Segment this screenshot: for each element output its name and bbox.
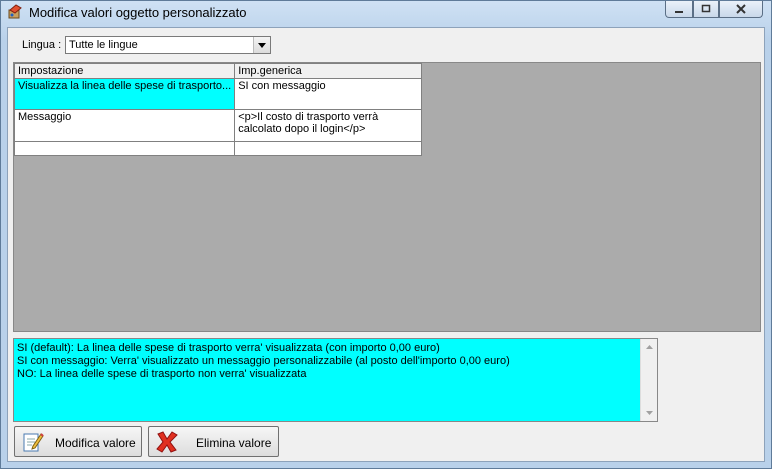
- edit-value-button[interactable]: Modifica valore: [14, 426, 142, 457]
- scroll-up-icon[interactable]: [641, 339, 657, 355]
- title-bar[interactable]: Modifica valori oggetto personalizzato: [1, 1, 771, 25]
- description-line: NO: La linea delle spese di trasporto no…: [17, 368, 307, 380]
- column-header-value[interactable]: Imp.generica: [234, 63, 423, 79]
- language-selected-value: Tutte le lingue: [69, 39, 138, 51]
- edit-value-label: Modifica valore: [55, 436, 136, 450]
- chevron-down-icon[interactable]: [253, 37, 270, 53]
- setting-cell[interactable]: Visualizza la linea delle spese di trasp…: [13, 78, 236, 110]
- dialog-body: Lingua : Tutte le lingue Impostazione Im…: [7, 27, 765, 462]
- value-cell[interactable]: <p>Il costo di trasporto verrà calcolato…: [234, 109, 423, 142]
- scroll-down-icon[interactable]: [641, 405, 657, 421]
- window-title: Modifica valori oggetto personalizzato: [29, 5, 247, 20]
- table-row[interactable]: Messaggio <p>Il costo di trasporto verrà…: [13, 109, 423, 142]
- setting-cell[interactable]: [13, 141, 236, 156]
- column-header-setting[interactable]: Impostazione: [13, 63, 236, 79]
- red-x-icon: [155, 430, 179, 454]
- close-button[interactable]: [719, 1, 763, 18]
- description-line: SI (default): La linea delle spese di tr…: [17, 342, 440, 354]
- description-line: SI con messaggio: Verra' visualizzato un…: [17, 355, 510, 367]
- description-text: SI (default): La linea delle spese di tr…: [17, 342, 510, 381]
- maximize-button[interactable]: [693, 1, 719, 18]
- edit-document-icon: [21, 430, 45, 454]
- language-select[interactable]: Tutte le lingue: [65, 36, 271, 54]
- value-cell[interactable]: [234, 141, 423, 156]
- value-cell[interactable]: SI con messaggio: [234, 78, 423, 110]
- dialog-window: Modifica valori oggetto personalizzato L…: [0, 0, 772, 469]
- description-box[interactable]: SI (default): La linea delle spese di tr…: [13, 338, 658, 422]
- language-label: Lingua :: [22, 39, 62, 51]
- settings-grid: Impostazione Imp.generica Visualizza la …: [13, 63, 423, 156]
- setting-cell[interactable]: Messaggio: [13, 109, 236, 142]
- minimize-button[interactable]: [665, 1, 693, 18]
- description-scrollbar[interactable]: [640, 339, 657, 421]
- app-icon: [7, 4, 23, 20]
- delete-value-button[interactable]: Elimina valore: [148, 426, 279, 457]
- settings-grid-area: Impostazione Imp.generica Visualizza la …: [13, 62, 761, 332]
- table-row[interactable]: [13, 141, 423, 156]
- table-row[interactable]: Visualizza la linea delle spese di trasp…: [13, 78, 423, 110]
- delete-value-label: Elimina valore: [196, 436, 272, 450]
